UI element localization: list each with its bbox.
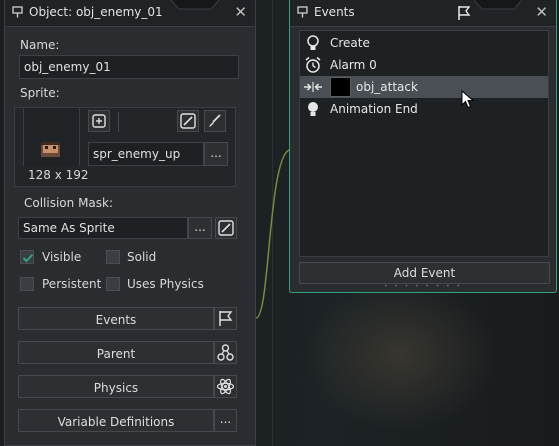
event-item-create[interactable]: Create — [300, 32, 548, 54]
events-list: Create Alarm 0 obj_attack Animation End — [299, 30, 549, 257]
physics-settings-button[interactable] — [214, 375, 237, 398]
parent-button-label: Parent — [96, 347, 136, 361]
sprite-label: Sprite: — [20, 86, 60, 100]
variable-definitions-more-button[interactable]: ... — [214, 409, 237, 432]
paintbrush-icon — [209, 114, 221, 127]
event-item-animation-end[interactable]: Animation End — [300, 98, 548, 120]
collision-icon — [304, 82, 322, 92]
lightbulb-icon — [308, 102, 318, 116]
events-panel: Events ✕ Create Alarm 0 obj_attack Anima… — [289, 0, 557, 293]
lightbulb-icon — [307, 35, 319, 50]
hierarchy-icon — [217, 344, 234, 361]
pin-icon[interactable] — [297, 6, 308, 18]
flag-icon — [219, 311, 233, 326]
sprite-browse-button[interactable]: ... — [204, 142, 228, 166]
variable-definitions-label: Variable Definitions — [57, 415, 175, 429]
physics-button-label: Physics — [93, 381, 139, 395]
events-button[interactable]: Events — [18, 307, 214, 330]
checkmark-icon — [22, 253, 34, 263]
add-event-button[interactable]: Add Event — [299, 262, 550, 284]
solid-label: Solid — [127, 250, 157, 264]
event-label: Create — [330, 36, 370, 50]
events-panel-title: Events — [314, 5, 355, 19]
sprite-dimensions: 128 x 192 — [28, 168, 89, 182]
visible-label: Visible — [42, 250, 82, 264]
edit-image-icon — [218, 220, 234, 236]
sprite-thumbnail-icon — [41, 142, 60, 157]
collision-mask-browse-button[interactable]: ... — [188, 217, 212, 239]
persistent-checkbox[interactable] — [20, 277, 34, 291]
close-icon[interactable]: ✕ — [234, 3, 247, 21]
uses-physics-checkbox[interactable] — [106, 277, 120, 291]
mouse-cursor-icon — [461, 90, 475, 109]
resize-grip[interactable]: • • • • • • • • — [290, 282, 556, 290]
variable-definitions-button[interactable]: Variable Definitions — [18, 409, 214, 432]
edit-collision-mask-button[interactable] — [215, 217, 237, 239]
events-titlebar[interactable]: Events ✕ — [290, 0, 556, 27]
collision-mask-label: Collision Mask: — [24, 196, 114, 210]
pin-icon[interactable] — [12, 6, 23, 18]
flag-icon — [458, 6, 471, 20]
physics-button[interactable]: Physics — [18, 375, 214, 398]
sprite-select[interactable]: spr_enemy_up — [88, 142, 204, 166]
solid-checkbox[interactable] — [106, 250, 120, 264]
object-titlebar[interactable]: Object: obj_enemy_01 ✕ — [5, 0, 255, 27]
event-item-alarm[interactable]: Alarm 0 — [300, 54, 548, 76]
persistent-label: Persistent — [42, 277, 102, 291]
events-flag-button[interactable] — [214, 307, 237, 330]
event-label: obj_attack — [356, 80, 418, 94]
uses-physics-label: Uses Physics — [127, 277, 204, 291]
name-label: Name: — [20, 38, 60, 52]
events-button-label: Events — [95, 313, 137, 327]
alarm-clock-icon — [305, 56, 321, 73]
close-icon[interactable]: ✕ — [535, 3, 548, 21]
atom-icon — [216, 378, 235, 395]
name-input[interactable]: obj_enemy_01 — [19, 55, 239, 79]
collision-mask-select[interactable]: Same As Sprite — [18, 217, 188, 239]
event-label: Animation End — [330, 102, 418, 116]
edit-sprite-brush-button[interactable] — [204, 110, 226, 132]
new-sprite-button[interactable] — [88, 110, 110, 132]
parent-hierarchy-button[interactable] — [214, 341, 237, 364]
event-item-collision[interactable]: obj_attack — [300, 76, 548, 98]
titlebar-notch — [171, 0, 219, 10]
event-label: Alarm 0 — [330, 58, 377, 72]
titlebar-notch — [474, 0, 522, 10]
sprite-preview[interactable] — [23, 108, 80, 166]
visible-checkbox[interactable] — [20, 250, 34, 264]
edit-sprite-button[interactable] — [177, 110, 199, 132]
object-panel-title: Object: obj_enemy_01 — [29, 5, 163, 19]
new-sprite-icon — [92, 114, 106, 128]
parent-button[interactable]: Parent — [18, 341, 214, 364]
sprite-toolbar-separator — [118, 112, 119, 132]
object-swatch — [330, 77, 351, 97]
edit-image-icon — [180, 113, 196, 129]
